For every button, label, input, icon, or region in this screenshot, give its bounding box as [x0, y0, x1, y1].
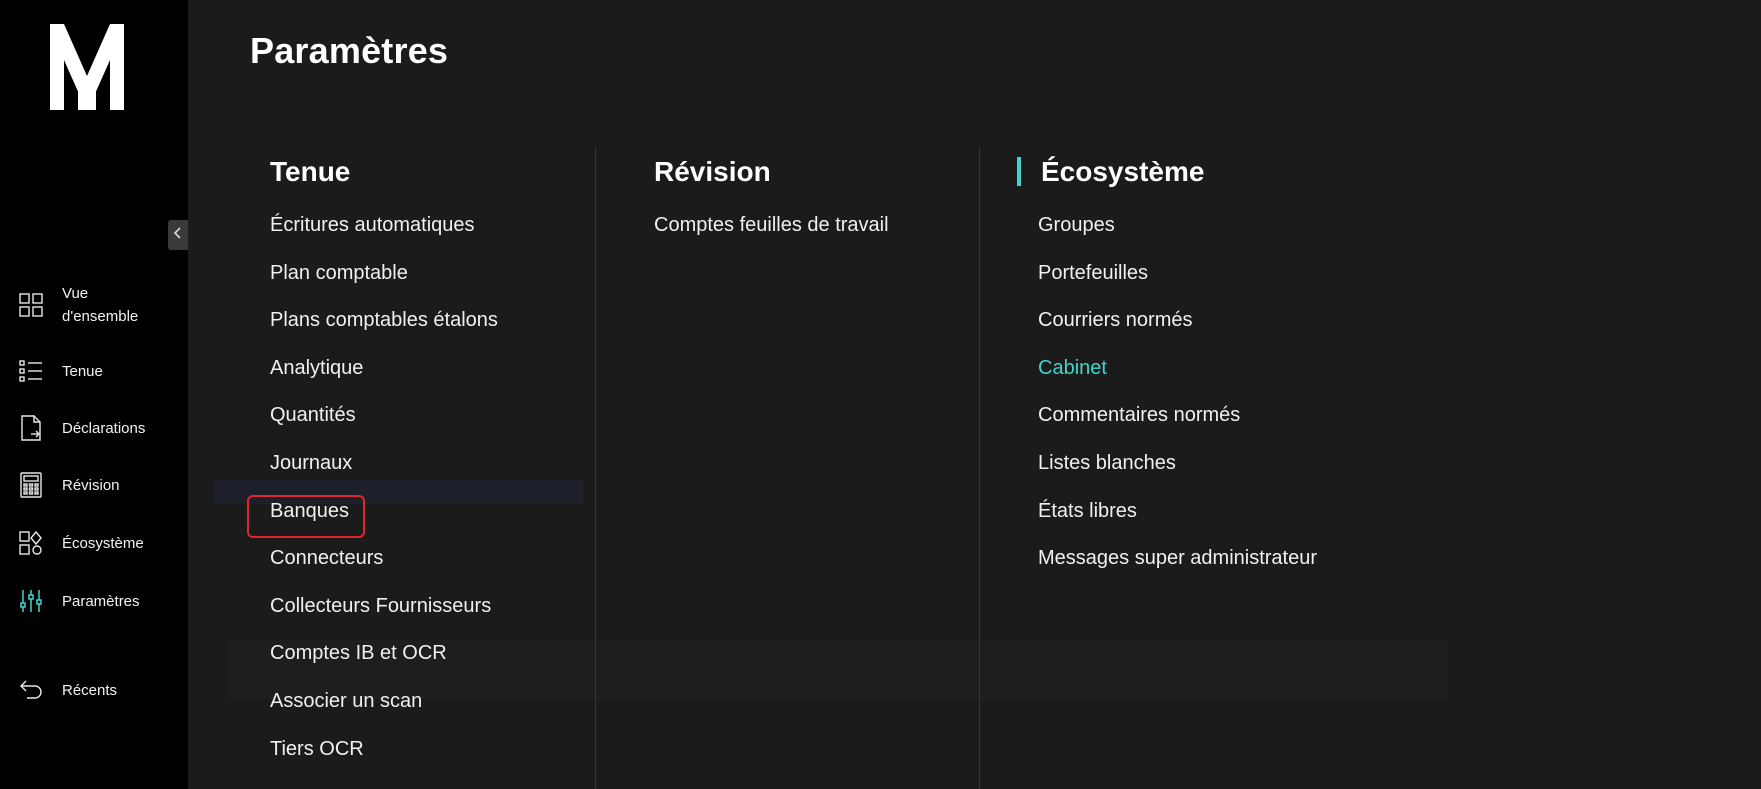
app-window: Vue d'ensemble Tenue Déclarations Révisi…	[0, 0, 1761, 789]
menu-link-cabinet[interactable]: Cabinet	[1038, 345, 1317, 393]
collapse-sidebar-button[interactable]	[168, 220, 188, 250]
column-heading: Écosystème	[1041, 156, 1205, 187]
chevron-left-icon	[173, 226, 183, 245]
sidebar-item-revision[interactable]: Révision	[18, 472, 183, 498]
calculator-icon	[18, 472, 44, 498]
sidebar-item-declarations[interactable]: Déclarations	[18, 415, 183, 441]
document-icon	[18, 415, 44, 441]
sidebar-item-recents[interactable]: Récents	[18, 677, 183, 703]
menu-link-groupes[interactable]: Groupes	[1038, 202, 1317, 250]
menu-link-associer-scan[interactable]: Associer un scan	[270, 678, 498, 726]
menu-column-ecosysteme: Écosystème Groupes Portefeuilles Courrie…	[1038, 150, 1317, 583]
sidebar-item-tenue[interactable]: Tenue	[18, 358, 183, 384]
menu-link-messages-super-admin[interactable]: Messages super administrateur	[1038, 535, 1317, 583]
sidebar-item-label: Révision	[62, 476, 120, 494]
sidebar-item-ecosysteme[interactable]: Écosystème	[18, 530, 183, 556]
active-section-indicator	[1017, 157, 1021, 186]
sidebar-item-label: Écosystème	[62, 534, 144, 552]
sidebar: Vue d'ensemble Tenue Déclarations Révisi…	[0, 0, 188, 789]
menu-link-courriers-normes[interactable]: Courriers normés	[1038, 297, 1317, 345]
menu-link-collecteurs-fournisseurs[interactable]: Collecteurs Fournisseurs	[270, 583, 498, 631]
menu-link-connecteurs[interactable]: Connecteurs	[270, 535, 498, 583]
menu-link-analytique[interactable]: Analytique	[270, 345, 498, 393]
menu-link-etats-libres[interactable]: États libres	[1038, 488, 1317, 536]
column-divider	[595, 147, 596, 789]
sidebar-item-vue-ensemble[interactable]: Vue d'ensemble	[18, 282, 183, 328]
sidebar-item-label: Paramètres	[62, 592, 140, 610]
menu-link-plans-comptables-etalons[interactable]: Plans comptables étalons	[270, 297, 498, 345]
menu-link-quantites[interactable]: Quantités	[270, 392, 498, 440]
sidebar-item-parametres[interactable]: Paramètres	[18, 588, 183, 614]
column-heading: Tenue	[270, 156, 351, 187]
menu-link-listes-blanches[interactable]: Listes blanches	[1038, 440, 1317, 488]
menu-link-ecritures-automatiques[interactable]: Écritures automatiques	[270, 202, 498, 250]
menu-link-journaux[interactable]: Journaux	[270, 440, 498, 488]
sidebar-item-label: Tenue	[62, 362, 103, 380]
page-title: Paramètres	[250, 30, 449, 71]
menu-link-comptes-feuilles-travail[interactable]: Comptes feuilles de travail	[654, 202, 889, 250]
menu-column-tenue: Tenue Écritures automatiques Plan compta…	[270, 150, 498, 773]
menu-column-revision: Révision Comptes feuilles de travail	[654, 150, 889, 250]
sliders-icon	[18, 588, 44, 614]
menu-link-tiers-ocr[interactable]: Tiers OCR	[270, 726, 498, 774]
menu-link-commentaires-normes[interactable]: Commentaires normés	[1038, 392, 1317, 440]
menu-link-portefeuilles[interactable]: Portefeuilles	[1038, 250, 1317, 298]
sidebar-item-label: Déclarations	[62, 419, 146, 437]
back-arrow-icon	[18, 677, 44, 703]
sidebar-item-label: Vue d'ensemble	[62, 285, 139, 325]
menu-link-comptes-ib-ocr[interactable]: Comptes IB et OCR	[270, 630, 498, 678]
column-divider	[979, 147, 980, 789]
menu-link-plan-comptable[interactable]: Plan comptable	[270, 250, 498, 298]
highlight-box-banques	[247, 495, 365, 538]
logo[interactable]	[50, 24, 125, 110]
grid-icon	[18, 292, 44, 318]
ecosystem-icon	[18, 530, 44, 556]
sidebar-item-label: Récents	[62, 681, 118, 699]
list-icon	[18, 358, 44, 384]
column-heading: Révision	[654, 156, 771, 187]
